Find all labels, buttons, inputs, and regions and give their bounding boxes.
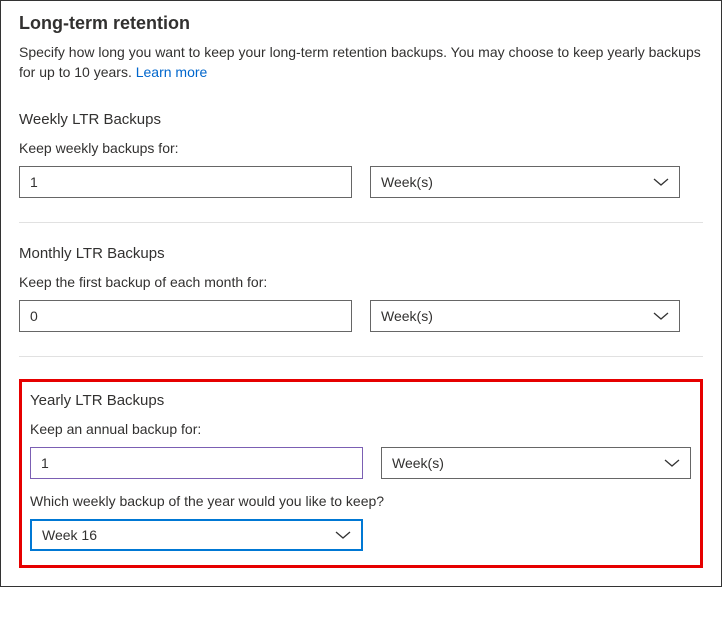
chevron-down-icon [335, 530, 351, 540]
weekly-value-input[interactable]: 1 [19, 166, 352, 198]
yearly-which-select[interactable]: Week 16 [30, 519, 363, 551]
yearly-which-label: Which weekly backup of the year would yo… [30, 493, 692, 509]
chevron-down-icon [653, 311, 669, 321]
yearly-highlight: Yearly LTR Backups Keep an annual backup… [19, 379, 703, 568]
desc-text: Specify how long you want to keep your l… [19, 44, 701, 80]
yearly-which-text: Week 16 [42, 527, 97, 543]
yearly-heading: Yearly LTR Backups [30, 392, 692, 409]
ltr-panel: Long-term retention Specify how long you… [0, 0, 722, 587]
weekly-unit-select[interactable]: Week(s) [370, 166, 680, 198]
chevron-down-icon [664, 458, 680, 468]
yearly-value-input[interactable]: 1 [30, 447, 363, 479]
weekly-row: 1 Week(s) [19, 166, 703, 198]
yearly-label: Keep an annual backup for: [30, 421, 692, 437]
weekly-label: Keep weekly backups for: [19, 140, 703, 156]
weekly-value-text: 1 [30, 174, 38, 190]
monthly-label: Keep the first backup of each month for: [19, 274, 703, 290]
monthly-value-input[interactable]: 0 [19, 300, 352, 332]
monthly-unit-select[interactable]: Week(s) [370, 300, 680, 332]
monthly-row: 0 Week(s) [19, 300, 703, 332]
divider [19, 222, 703, 223]
weekly-unit-text: Week(s) [381, 174, 433, 190]
yearly-unit-text: Week(s) [392, 455, 444, 471]
panel-title: Long-term retention [19, 13, 703, 34]
learn-more-link[interactable]: Learn more [136, 64, 208, 80]
panel-description: Specify how long you want to keep your l… [19, 42, 703, 83]
yearly-unit-select[interactable]: Week(s) [381, 447, 691, 479]
yearly-value-text: 1 [41, 455, 49, 471]
weekly-heading: Weekly LTR Backups [19, 111, 703, 128]
monthly-heading: Monthly LTR Backups [19, 245, 703, 262]
yearly-row: 1 Week(s) [30, 447, 692, 479]
chevron-down-icon [653, 177, 669, 187]
monthly-unit-text: Week(s) [381, 308, 433, 324]
monthly-value-text: 0 [30, 308, 38, 324]
divider [19, 356, 703, 357]
